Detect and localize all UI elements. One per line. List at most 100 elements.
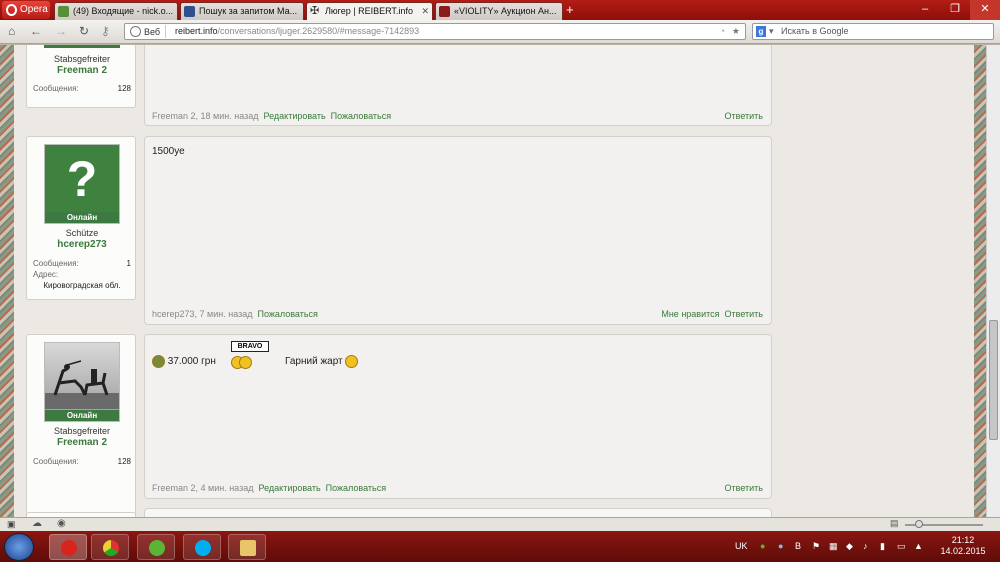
edit-link[interactable]: Редактировать [258,483,320,493]
close-window-icon[interactable]: ✕ [970,0,1000,20]
post-author-time[interactable]: Freeman 2, 4 мин. назад [152,483,253,493]
panel-toggle-icon[interactable]: ▣ [7,519,16,530]
taskbar: UK ● ● B ⚑ ▦ ◆ ♪ ▮ ▭ ▲ 21:12 14.02.2015 [0,531,1000,562]
zoom-slider[interactable] [905,520,983,528]
search-field[interactable]: g ▾ Искать в Google [752,23,994,40]
folder-icon [240,540,256,556]
user-rank: Stabsgefreiter [53,54,111,64]
search-placeholder: Искать в Google [781,26,849,36]
language-indicator[interactable]: UK [735,541,748,551]
close-tab-icon[interactable]: ✕ [421,3,429,20]
power-icon[interactable]: ▭ [897,541,906,552]
username-link[interactable]: Freeman 2 [27,65,137,76]
network-icon[interactable]: ▮ [880,541,885,552]
tray-app-icon[interactable]: ◆ [846,541,853,552]
skype-tray-icon[interactable]: ● [778,541,783,551]
zoom-handle[interactable] [915,520,923,528]
page-icon [184,6,195,17]
opera-menu-button[interactable]: Opera [2,1,50,19]
smiley-icon [239,356,252,369]
new-tab-button[interactable]: + [566,2,574,18]
reply-link[interactable]: Ответить [725,483,763,493]
taskbar-explorer[interactable] [228,534,266,560]
like-link[interactable]: Мне нравится [661,309,719,319]
chevron-down-icon[interactable]: ▾ [769,24,774,39]
messages-stat: Сообщения: 128 [33,457,131,466]
key-icon[interactable]: ⚷ [101,24,110,38]
joke-text: Гарний жарт [285,356,343,368]
address-field[interactable]: Веб reibert.info/conversations/ljuger.26… [124,23,746,40]
taskbar-opera[interactable] [49,534,87,560]
tab-title: Пошук за запитом Ма... [199,6,298,16]
globe-icon [130,26,141,37]
tab-inbox[interactable]: (49) Входящие - nick.o... [54,2,178,20]
clock[interactable]: 21:12 14.02.2015 [938,535,988,557]
avatar[interactable] [44,45,120,48]
cloud-icon[interactable]: ☁ [32,518,42,529]
clock-date: 14.02.2015 [940,546,986,556]
chart-tray-icon[interactable]: ▦ [829,541,838,552]
opera-icon [61,540,77,556]
site-label: Веб [144,27,161,37]
messages-stat: Сообщения: 1 [33,259,131,268]
status-bar: ▣ ☁ ◉ ▤ [0,517,1000,531]
price-text: 37.000 грн [167,356,216,368]
zoom-icon[interactable]: ▤ [890,518,899,529]
utorrent-icon [149,540,165,556]
soldier-smiley-icon [152,355,165,368]
taskbar-chrome[interactable] [91,534,129,560]
question-mark-icon: ? [66,151,98,207]
post-author-time[interactable]: hcerep273, 7 мин. назад [152,309,253,319]
speed-icon[interactable]: ◉ [57,518,66,529]
home-icon[interactable]: ⌂ [8,24,15,38]
reply-editor[interactable] [144,508,772,517]
taskbar-utorrent[interactable] [137,534,175,560]
report-link[interactable]: Пожаловаться [258,309,318,319]
minimize-icon[interactable]: ‒ [910,0,940,20]
stat-label: Сообщения: [33,457,79,466]
message-text: Гарний жарт [285,355,359,368]
post-author-time[interactable]: Freeman 2, 18 мин. назад [152,111,258,121]
report-link[interactable]: Пожаловаться [326,483,386,493]
reply-link[interactable]: Ответить [725,111,763,121]
utorrent-tray-icon[interactable]: ● [760,541,765,551]
restore-icon[interactable]: ❐ [940,0,970,20]
reply-link[interactable]: Ответить [725,309,763,319]
taskbar-skype[interactable] [183,534,221,560]
start-button[interactable] [4,533,34,561]
username-link[interactable]: Freeman 2 [27,437,137,448]
signal-icon[interactable]: ▲ [914,541,923,551]
volume-icon[interactable]: ♪ [863,541,868,551]
user-rank: Stabsgefreiter [53,426,111,436]
site-info-button[interactable]: Веб [127,25,167,38]
avatar[interactable]: Онлайн [44,342,120,422]
tab-violity[interactable]: «VIOLITY» Аукцион Ан... [435,2,563,20]
clock-time: 21:12 [951,535,975,545]
laughing-smiley-icon [345,355,359,368]
username-link[interactable]: hcerep273 [27,239,137,250]
reload-icon[interactable]: ↻ [79,24,89,38]
edit-link[interactable]: Редактировать [263,111,325,121]
message-footer: Freeman 2, 4 мин. назад Редактировать Пожа… [152,483,763,493]
tab-reibert[interactable]: ✠ Люгер | REIBERT.info ✕ [306,2,433,20]
scroll-thumb[interactable] [989,320,998,440]
messages-stat: Сообщения: 128 [33,84,131,93]
flag-icon[interactable]: ⚑ [812,541,820,552]
tab-title: (49) Входящие - nick.o... [73,6,174,16]
address-label: Адрес: [33,270,59,279]
forward-icon[interactable]: → [55,24,67,38]
bookmark-star-icon[interactable]: ★ [732,24,740,39]
crown-icon [439,6,450,17]
url-path: /conversations/ljuger.2629580/#message-7… [217,26,420,36]
stat-label: Сообщения: [33,259,79,268]
vk-tray-icon[interactable]: B [795,541,801,551]
avatar[interactable]: ? Онлайн [44,144,120,224]
cross-icon: ✠ [310,5,320,17]
rss-icon[interactable]: ◔ [720,24,725,39]
tab-search[interactable]: Пошук за запитом Ма... [180,2,304,20]
scrollbar[interactable] [986,45,1000,517]
report-link[interactable]: Пожаловаться [331,111,391,121]
tab-title: Люгер | REIBERT.info [325,6,413,16]
back-icon[interactable]: ← [30,24,42,38]
bravo-sign: BRAVO [231,341,269,352]
